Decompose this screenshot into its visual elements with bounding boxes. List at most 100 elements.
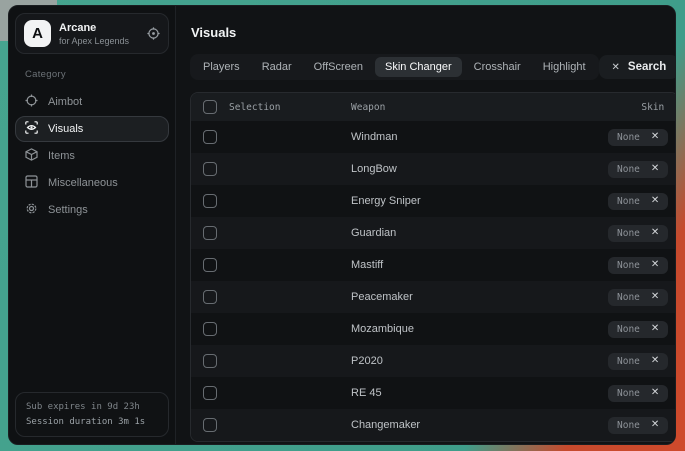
row-checkbox[interactable]: [203, 354, 217, 368]
skin-chip-label: None: [617, 132, 640, 143]
remove-skin-icon[interactable]: ✕: [651, 132, 659, 142]
skin-chip[interactable]: None ✕: [608, 161, 668, 178]
sidebar-item-settings[interactable]: Settings: [15, 197, 169, 223]
skin-chip-label: None: [617, 164, 640, 175]
app-subtitle: for Apex Legends: [59, 36, 129, 46]
sidebar-item-aimbot[interactable]: Aimbot: [15, 89, 169, 115]
sidebar-item-label: Settings: [48, 204, 88, 216]
main-panel: Visuals Players Radar OffScreen Skin Cha…: [176, 6, 676, 444]
header-selection: Selection: [229, 102, 351, 113]
row-checkbox[interactable]: [203, 130, 217, 144]
header-skin: Skin: [546, 102, 676, 113]
table-row: Windman None ✕: [191, 121, 676, 153]
page-title: Visuals: [191, 25, 676, 40]
skin-chip-label: None: [617, 420, 640, 431]
table-row: Guardian None ✕: [191, 217, 676, 249]
skin-chip[interactable]: None ✕: [608, 225, 668, 242]
row-checkbox[interactable]: [203, 162, 217, 176]
skin-chip-label: None: [617, 228, 640, 239]
select-all-checkbox[interactable]: [203, 100, 217, 114]
row-checkbox[interactable]: [203, 258, 217, 272]
table-row: Energy Sniper None ✕: [191, 185, 676, 217]
row-checkbox[interactable]: [203, 418, 217, 432]
table-row: Changemaker None ✕: [191, 409, 676, 441]
grid-icon: [25, 175, 38, 191]
remove-skin-icon[interactable]: ✕: [651, 260, 659, 270]
table-row: Peacemaker None ✕: [191, 281, 676, 313]
app-window: A Arcane for Apex Legends Category: [8, 5, 676, 445]
skin-chip-label: None: [617, 196, 640, 207]
app-logo: A: [24, 20, 51, 47]
row-checkbox[interactable]: [203, 290, 217, 304]
row-checkbox[interactable]: [203, 386, 217, 400]
sidebar: A Arcane for Apex Legends Category: [9, 6, 176, 444]
skin-chip[interactable]: None ✕: [608, 417, 668, 434]
skin-chip[interactable]: None ✕: [608, 321, 668, 338]
skin-chip[interactable]: None ✕: [608, 129, 668, 146]
target-icon[interactable]: [147, 27, 160, 40]
weapon-skin-table: Selection Weapon Skin Windman None ✕ Lon…: [190, 92, 676, 442]
sidebar-item-miscellaneous[interactable]: Miscellaneous: [15, 170, 169, 196]
sidebar-item-items[interactable]: Items: [15, 143, 169, 169]
tab-players[interactable]: Players: [193, 57, 250, 77]
tab-radar[interactable]: Radar: [252, 57, 302, 77]
weapon-name: Guardian: [351, 227, 546, 239]
table-row: P2020 None ✕: [191, 345, 676, 377]
skin-chip-label: None: [617, 388, 640, 399]
sidebar-item-label: Aimbot: [48, 96, 82, 108]
tab-skin-changer[interactable]: Skin Changer: [375, 57, 462, 77]
table-body: Windman None ✕ LongBow None ✕ Energy Sni…: [191, 121, 676, 441]
tab-crosshair[interactable]: Crosshair: [464, 57, 531, 77]
weapon-name: Changemaker: [351, 419, 546, 431]
remove-skin-icon[interactable]: ✕: [651, 420, 659, 430]
tab-bar: Players Radar OffScreen Skin Changer Cro…: [190, 54, 599, 80]
sidebar-item-label: Items: [48, 150, 75, 162]
remove-skin-icon[interactable]: ✕: [651, 388, 659, 398]
weapon-name: Mastiff: [351, 259, 546, 271]
eye-scan-icon: [25, 121, 38, 137]
table-row: LongBow None ✕: [191, 153, 676, 185]
skin-chip-label: None: [617, 260, 640, 271]
app-title-block: Arcane for Apex Legends: [59, 22, 129, 46]
search-icon: ✕: [612, 62, 620, 73]
crosshair-icon: [25, 94, 38, 110]
table-header-row: Selection Weapon Skin: [191, 93, 676, 121]
row-checkbox[interactable]: [203, 226, 217, 240]
remove-skin-icon[interactable]: ✕: [651, 292, 659, 302]
skin-chip-label: None: [617, 292, 640, 303]
tab-offscreen[interactable]: OffScreen: [304, 57, 373, 77]
box-icon: [25, 148, 38, 164]
skin-chip[interactable]: None ✕: [608, 193, 668, 210]
weapon-name: P2020: [351, 355, 546, 367]
tab-highlight[interactable]: Highlight: [533, 57, 596, 77]
sidebar-item-label: Miscellaneous: [48, 177, 118, 189]
remove-skin-icon[interactable]: ✕: [651, 324, 659, 334]
sidebar-nav: Aimbot Visuals: [15, 89, 169, 223]
remove-skin-icon[interactable]: ✕: [651, 196, 659, 206]
weapon-name: RE 45: [351, 387, 546, 399]
row-checkbox[interactable]: [203, 322, 217, 336]
skin-chip[interactable]: None ✕: [608, 289, 668, 306]
skin-chip[interactable]: None ✕: [608, 353, 668, 370]
toolbar: Players Radar OffScreen Skin Changer Cro…: [190, 54, 676, 80]
table-row: RE 45 None ✕: [191, 377, 676, 409]
table-row: Mastiff None ✕: [191, 249, 676, 281]
sub-expires-text: Sub expires in 9d 23h: [26, 400, 158, 414]
weapon-name: Windman: [351, 131, 546, 143]
remove-skin-icon[interactable]: ✕: [651, 228, 659, 238]
skin-chip[interactable]: None ✕: [608, 257, 668, 274]
remove-skin-icon[interactable]: ✕: [651, 356, 659, 366]
remove-skin-icon[interactable]: ✕: [651, 164, 659, 174]
search-button-label: Search: [628, 61, 666, 73]
skin-chip[interactable]: None ✕: [608, 385, 668, 402]
search-button[interactable]: ✕ Search: [599, 55, 676, 79]
skin-chip-label: None: [617, 324, 640, 335]
row-checkbox[interactable]: [203, 194, 217, 208]
app-header-card: A Arcane for Apex Legends: [15, 13, 169, 54]
header-weapon: Weapon: [351, 102, 546, 113]
sidebar-item-visuals[interactable]: Visuals: [15, 116, 169, 142]
weapon-name: Mozambique: [351, 323, 546, 335]
desktop-background: A Arcane for Apex Legends Category: [0, 0, 685, 451]
skin-chip-label: None: [617, 356, 640, 367]
session-info-card: Sub expires in 9d 23h Session duration 3…: [15, 392, 169, 437]
